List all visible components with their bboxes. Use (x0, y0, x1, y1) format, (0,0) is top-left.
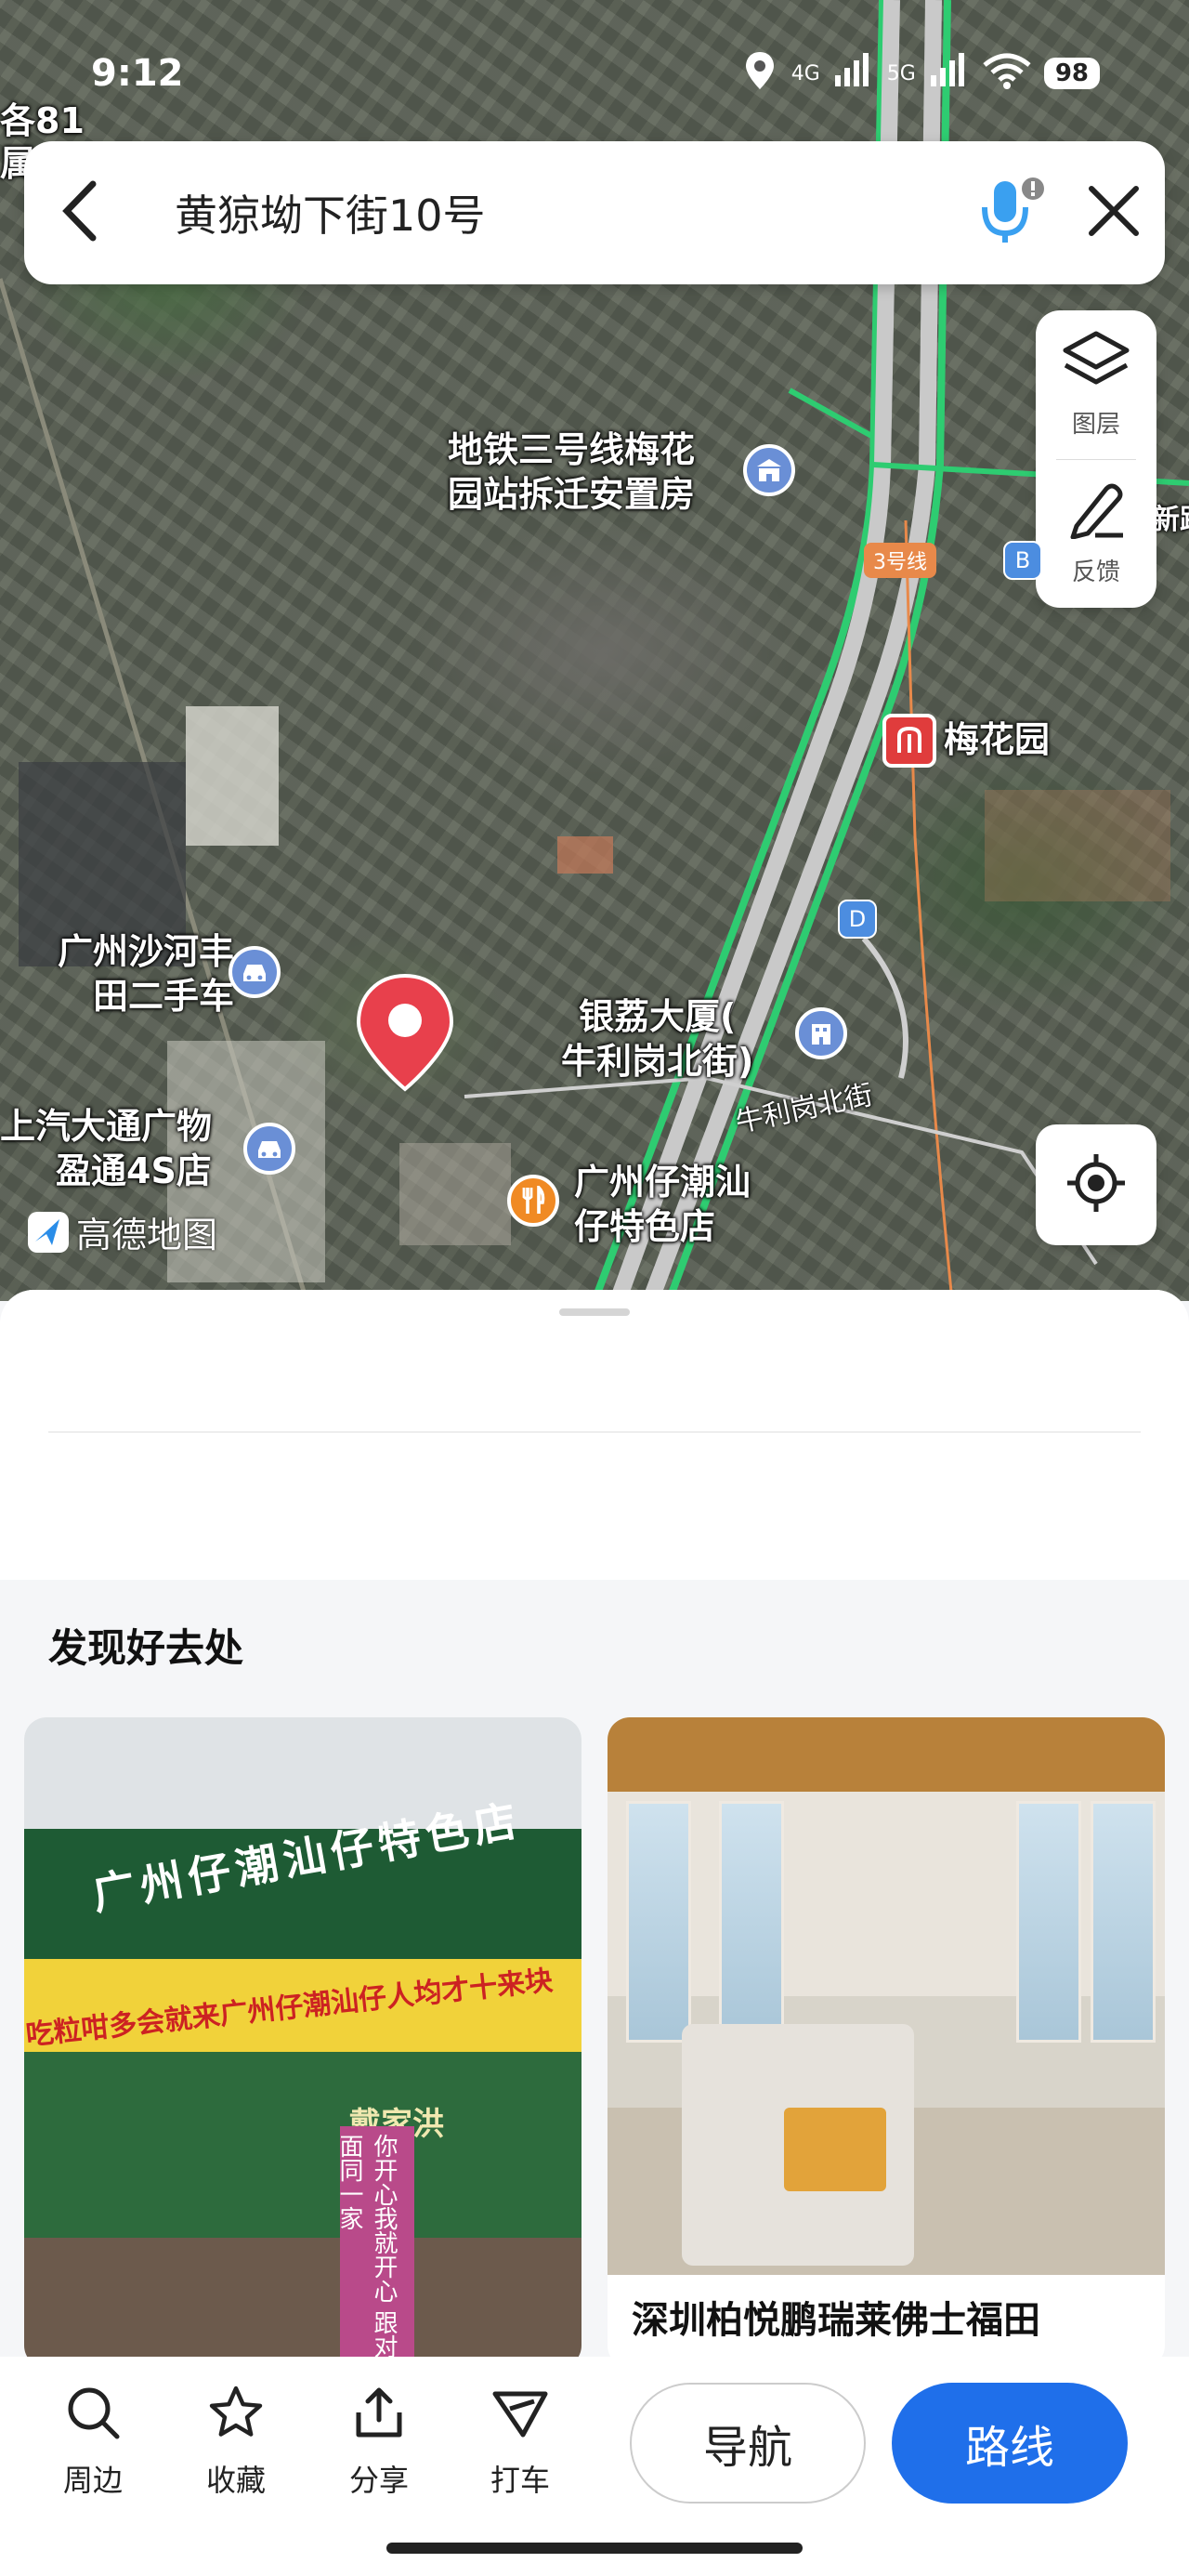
car-icon[interactable] (229, 946, 281, 998)
status-bar: 9:12 4G 5G 98 (0, 0, 1189, 139)
map-tools-panel: 图层 反馈 (1036, 310, 1156, 608)
map-pin-icon (356, 973, 454, 1092)
poi-line: 上汽大通广物 (0, 1106, 213, 1147)
feedback-button[interactable]: 反馈 (1036, 460, 1156, 609)
location-pin[interactable] (353, 972, 457, 1097)
photo-pillar-text: 你开心我就开心 跟对面同一家 (335, 2126, 414, 2368)
metro-line-badge: 3号线 (864, 543, 936, 578)
navigate-button[interactable]: 导航 (630, 2383, 866, 2504)
discover-section-title: 发现好去处 (48, 1625, 244, 1671)
photo-counter (682, 2024, 914, 2266)
poi-line: 广州仔潮汕 (574, 1162, 751, 1203)
search-icon (65, 2385, 121, 2448)
signal-icon (833, 53, 874, 94)
back-arrow-icon (59, 178, 100, 247)
layers-icon (1062, 330, 1130, 398)
card-title: 深圳柏悦鹏瑞莱佛士福田 (632, 2299, 1040, 2342)
share-label: 分享 (348, 2463, 409, 2498)
locate-me-button[interactable] (1036, 1124, 1156, 1245)
sheet-divider (48, 1431, 1141, 1433)
car-icon-2[interactable] (243, 1123, 295, 1175)
back-button[interactable] (24, 141, 136, 284)
discover-card-2[interactable]: 深圳柏悦鹏瑞莱佛士福田 (608, 1717, 1165, 2368)
poi-label-relocation-housing[interactable]: 地铁三号线梅花 园站拆迁安置房 (448, 427, 695, 517)
poi-label-yinli-building[interactable]: 银荔大厦( 牛利岗北街) (561, 994, 753, 1084)
poi-label-used-car[interactable]: 广州沙河丰 田二手车 (9, 929, 234, 1019)
taxi-icon (490, 2385, 551, 2448)
poi-line: 牛利岗北街) (561, 1041, 754, 1082)
poi-label-restaurant[interactable]: 广州仔潮汕 仔特色店 (574, 1160, 751, 1249)
photo-window (626, 1801, 691, 2043)
star-icon (208, 2385, 264, 2448)
home-indicator[interactable] (386, 2543, 803, 2554)
location-icon (741, 50, 778, 97)
map-edge-label-right: 新路 (1152, 504, 1189, 536)
metro-exit-d: D (838, 900, 877, 939)
voice-search-button[interactable] (960, 141, 1063, 284)
photo-window (1091, 1801, 1156, 2043)
edit-pen-icon (1065, 481, 1127, 545)
battery-indicator: 98 (1043, 58, 1100, 89)
nearby-button[interactable]: 周边 (37, 2385, 149, 2500)
map-view[interactable]: 9:12 4G 5G 98 各81 属 新路 (0, 0, 1189, 1301)
discover-card[interactable]: 广州仔潮汕仔特色店 吃粒咁多会就来广州仔潮汕仔人均才十来块 戴家洪 你开心我就开… (24, 1717, 581, 2368)
poi-label-4s-store[interactable]: 上汽大通广物 盈通4S店 (0, 1104, 212, 1193)
network-5g-label: 5G (886, 61, 916, 85)
amap-logo-text: 高德地图 (76, 1215, 218, 1255)
poi-line: 银荔大厦( (579, 996, 737, 1037)
wifi-icon (983, 52, 1031, 95)
close-icon (1086, 183, 1142, 243)
signal-icon-2 (929, 53, 970, 94)
status-icons: 4G 5G 98 (741, 50, 1100, 97)
photo-window (1016, 1801, 1081, 2043)
amap-logo: 高德地图 (28, 1206, 217, 1257)
status-time: 9:12 (91, 52, 184, 95)
poi-line: 田二手车 (93, 976, 235, 1017)
favorite-button[interactable]: 收藏 (180, 2385, 292, 2500)
hotel-photo (608, 1717, 1165, 2275)
share-button[interactable]: 分享 (323, 2385, 435, 2500)
poi-line: 地铁三号线梅花 (448, 429, 696, 470)
bottom-action-bar: 周边 收藏 分享 打车 导航 路线 (0, 2357, 1189, 2576)
sheet-header (0, 1290, 1189, 1580)
photo-sign-main: 广州仔潮汕仔特色店 (88, 1794, 526, 1920)
sheet-drag-handle[interactable] (559, 1308, 630, 1316)
building-icon-2[interactable] (795, 1007, 847, 1059)
feedback-label: 反馈 (1071, 559, 1120, 586)
crosshair-icon (1065, 1152, 1127, 1217)
search-bar[interactable]: 黄猄坳下街10号 (24, 141, 1165, 284)
restaurant-icon[interactable] (507, 1175, 559, 1227)
poi-line: 广州沙河丰 (58, 931, 235, 972)
poi-label-meihuayuan[interactable]: 梅花园 (944, 717, 1050, 762)
favorite-label: 收藏 (205, 2463, 266, 2498)
photo-sign-banner: 吃粒咁多会就来广州仔潮汕仔人均才十来块 (24, 1964, 555, 2053)
layers-label: 图层 (1071, 411, 1120, 439)
close-button[interactable] (1063, 141, 1165, 284)
metro-exit-b: B (1003, 541, 1042, 580)
network-4g-label: 4G (790, 61, 820, 85)
search-query[interactable]: 黄猄坳下街10号 (136, 182, 960, 243)
restaurant-photo: 广州仔潮汕仔特色店 吃粒咁多会就来广州仔潮汕仔人均才十来块 戴家洪 你开心我就开… (24, 1717, 581, 2368)
share-icon (351, 2385, 407, 2448)
metro-icon[interactable] (882, 714, 936, 768)
building-icon[interactable] (743, 444, 795, 496)
photo-window (719, 1801, 784, 2043)
layers-button[interactable]: 图层 (1036, 310, 1156, 459)
map-edge-label: 各81 (0, 100, 85, 141)
amap-logo-icon (28, 1211, 69, 1253)
poi-line: 盈通4S店 (56, 1150, 212, 1191)
poi-line: 园站拆迁安置房 (448, 474, 696, 515)
poi-line: 仔特色店 (574, 1206, 716, 1247)
taxi-button[interactable]: 打车 (464, 2385, 576, 2500)
nearby-label: 周边 (62, 2463, 123, 2498)
taxi-label: 打车 (490, 2463, 550, 2498)
route-button[interactable]: 路线 (892, 2383, 1128, 2504)
microphone-icon (979, 176, 1044, 250)
